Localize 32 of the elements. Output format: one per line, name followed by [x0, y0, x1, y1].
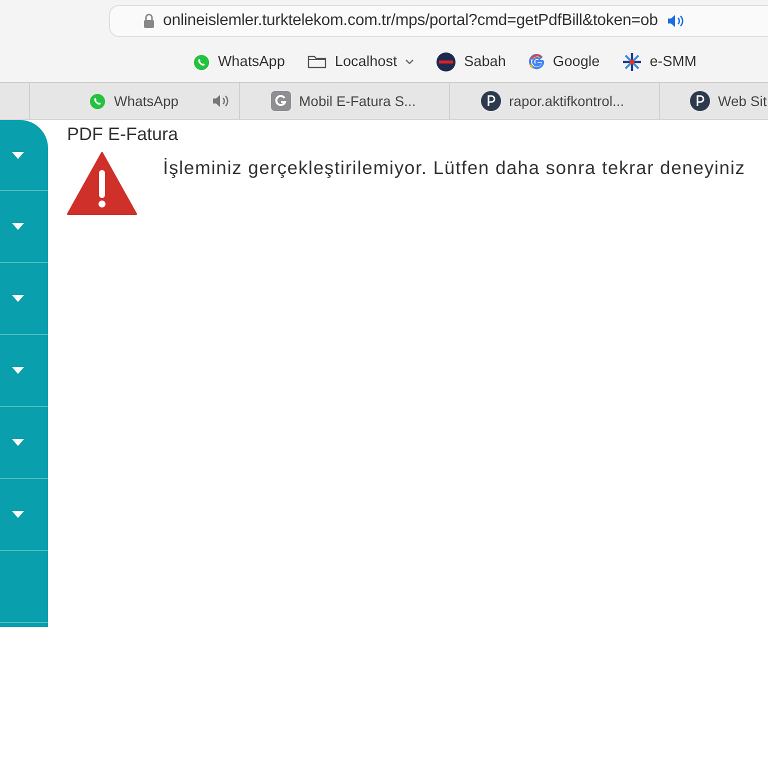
page-title: PDF E-Fatura — [67, 124, 180, 145]
chat-bubble-icon — [193, 54, 210, 70]
caret-down-icon — [12, 152, 24, 158]
warning-icon — [67, 151, 137, 215]
round-logo-icon — [436, 52, 456, 72]
error-message: İşleminiz gerçekleştirilemiyor. Lütfen daha sonra tekrar deneyiniz — [163, 157, 746, 179]
caret-down-icon — [12, 511, 24, 518]
address-bar[interactable]: onlineislemler.turktelekom.com.tr/mps/portal?cmd=getPdfBill&token=ob — [109, 5, 768, 37]
caret-down-icon — [12, 223, 24, 230]
bookmark-link[interactable]: e-SMM — [622, 52, 696, 72]
letter-g-icon — [271, 91, 291, 111]
bookmark-link[interactable]: Sabah — [436, 52, 506, 72]
speaker-icon[interactable] — [211, 93, 231, 109]
caret-down-icon — [12, 367, 24, 374]
star-burst-icon — [622, 52, 642, 72]
google-logo-icon — [528, 54, 545, 70]
bookmark-link[interactable]: Localhost — [306, 54, 414, 70]
caret-down-icon — [12, 439, 24, 446]
letter-p-icon — [690, 91, 710, 111]
folder-icon — [306, 54, 327, 70]
letter-p-icon — [481, 91, 501, 111]
chat-bubble-icon — [89, 92, 106, 110]
speaker-icon[interactable] — [666, 13, 686, 29]
browser-tab[interactable]: rapor.aktifkontrol... — [449, 83, 659, 119]
browser-tab[interactable]: WhatsApp — [29, 83, 239, 119]
lock-icon — [143, 13, 155, 29]
browser-tab[interactable]: Mobil E-Fatura S... — [239, 83, 449, 119]
browser-tab[interactable]: Web Sit — [659, 83, 768, 119]
caret-down-icon — [12, 295, 24, 302]
bookmark-link[interactable]: Google — [528, 54, 600, 70]
chevron-down-icon — [404, 59, 414, 65]
bookmark-link[interactable]: WhatsApp — [193, 54, 285, 70]
